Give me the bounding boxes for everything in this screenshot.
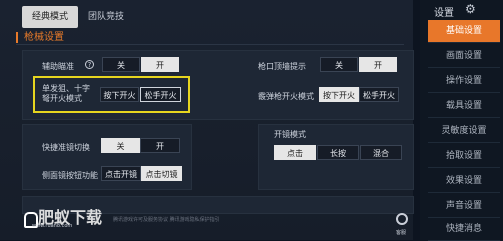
gear-icon: ⚙ xyxy=(465,2,476,16)
sidebar-item-sound[interactable]: 声音设置 xyxy=(428,195,500,218)
tab-team-deathmatch[interactable]: 团队竞技 xyxy=(78,6,134,28)
sidebar-item-vehicle[interactable]: 载具设置 xyxy=(428,95,500,118)
tab-classic[interactable]: 经典模式 xyxy=(22,6,79,28)
scope-mode-label: 开镜模式 xyxy=(274,130,306,139)
shotgun-fire-label: 霰弹枪开火模式 xyxy=(258,92,314,101)
sidebar-item-sensitivity[interactable]: 灵敏度设置 xyxy=(428,120,500,143)
scope-mode-hold-button[interactable]: 长按 xyxy=(317,145,359,160)
scope-switch-off-button[interactable]: 关 xyxy=(101,138,140,153)
scope-mode-tap-button[interactable]: 点击 xyxy=(274,145,316,160)
mode-tabs: 经典模式 团队竞技 xyxy=(22,6,134,28)
shotgun-fire-release-button[interactable]: 松手开火 xyxy=(359,87,399,102)
sidebar-item-graphics[interactable]: 画面设置 xyxy=(428,45,500,68)
settings-main-panel: 经典模式 团队竞技 枪械设置 辅助瞄准 ? 关 开 枪口顶墙提示 关 开 单发狙… xyxy=(0,0,414,240)
scope-mode-mixed-button[interactable]: 混合 xyxy=(360,145,402,160)
scope-switch-label: 快捷准镜切换 xyxy=(42,143,90,152)
shotgun-fire-press-button[interactable]: 按下开火 xyxy=(319,87,359,102)
muzzle-hint-on-button[interactable]: 开 xyxy=(359,57,397,72)
section-divider xyxy=(16,44,404,45)
sidebar-item-controls[interactable]: 操作设置 xyxy=(428,70,500,93)
highlight-box xyxy=(33,76,190,113)
aim-assist-label: 辅助瞄准 xyxy=(42,62,74,71)
side-scope-switch-button[interactable]: 点击切镜 xyxy=(141,166,182,181)
customer-service-label[interactable]: 客服 xyxy=(396,229,406,236)
sidebar-item-quick-message[interactable]: 快捷消息 xyxy=(428,218,500,241)
footer-links[interactable]: 腾讯游戏许可及服务协议 腾讯游戏隐私保护指引 xyxy=(113,216,220,223)
watermark-url: www.ruan8.com xyxy=(32,223,73,229)
scope-switch-on-button[interactable]: 开 xyxy=(140,138,180,153)
sidebar-item-effects[interactable]: 效果设置 xyxy=(428,170,500,193)
sidebar-item-basic[interactable]: 基础设置 xyxy=(428,20,500,43)
customer-service-icon[interactable] xyxy=(396,213,408,225)
sidebar-title: 设置 xyxy=(434,8,454,19)
help-icon[interactable]: ? xyxy=(85,60,94,69)
muzzle-hint-off-button[interactable]: 关 xyxy=(320,57,358,72)
sidebar-item-pickup[interactable]: 拾取设置 xyxy=(428,145,500,168)
muzzle-hint-label: 枪口顶墙提示 xyxy=(258,62,306,71)
section-title: 枪械设置 xyxy=(16,32,64,43)
aim-assist-on-button[interactable]: 开 xyxy=(141,57,179,72)
side-scope-label: 侧面镜按钮功能 xyxy=(42,171,98,180)
aim-assist-off-button[interactable]: 关 xyxy=(102,57,140,72)
side-scope-open-button[interactable]: 点击开镜 xyxy=(101,166,141,181)
